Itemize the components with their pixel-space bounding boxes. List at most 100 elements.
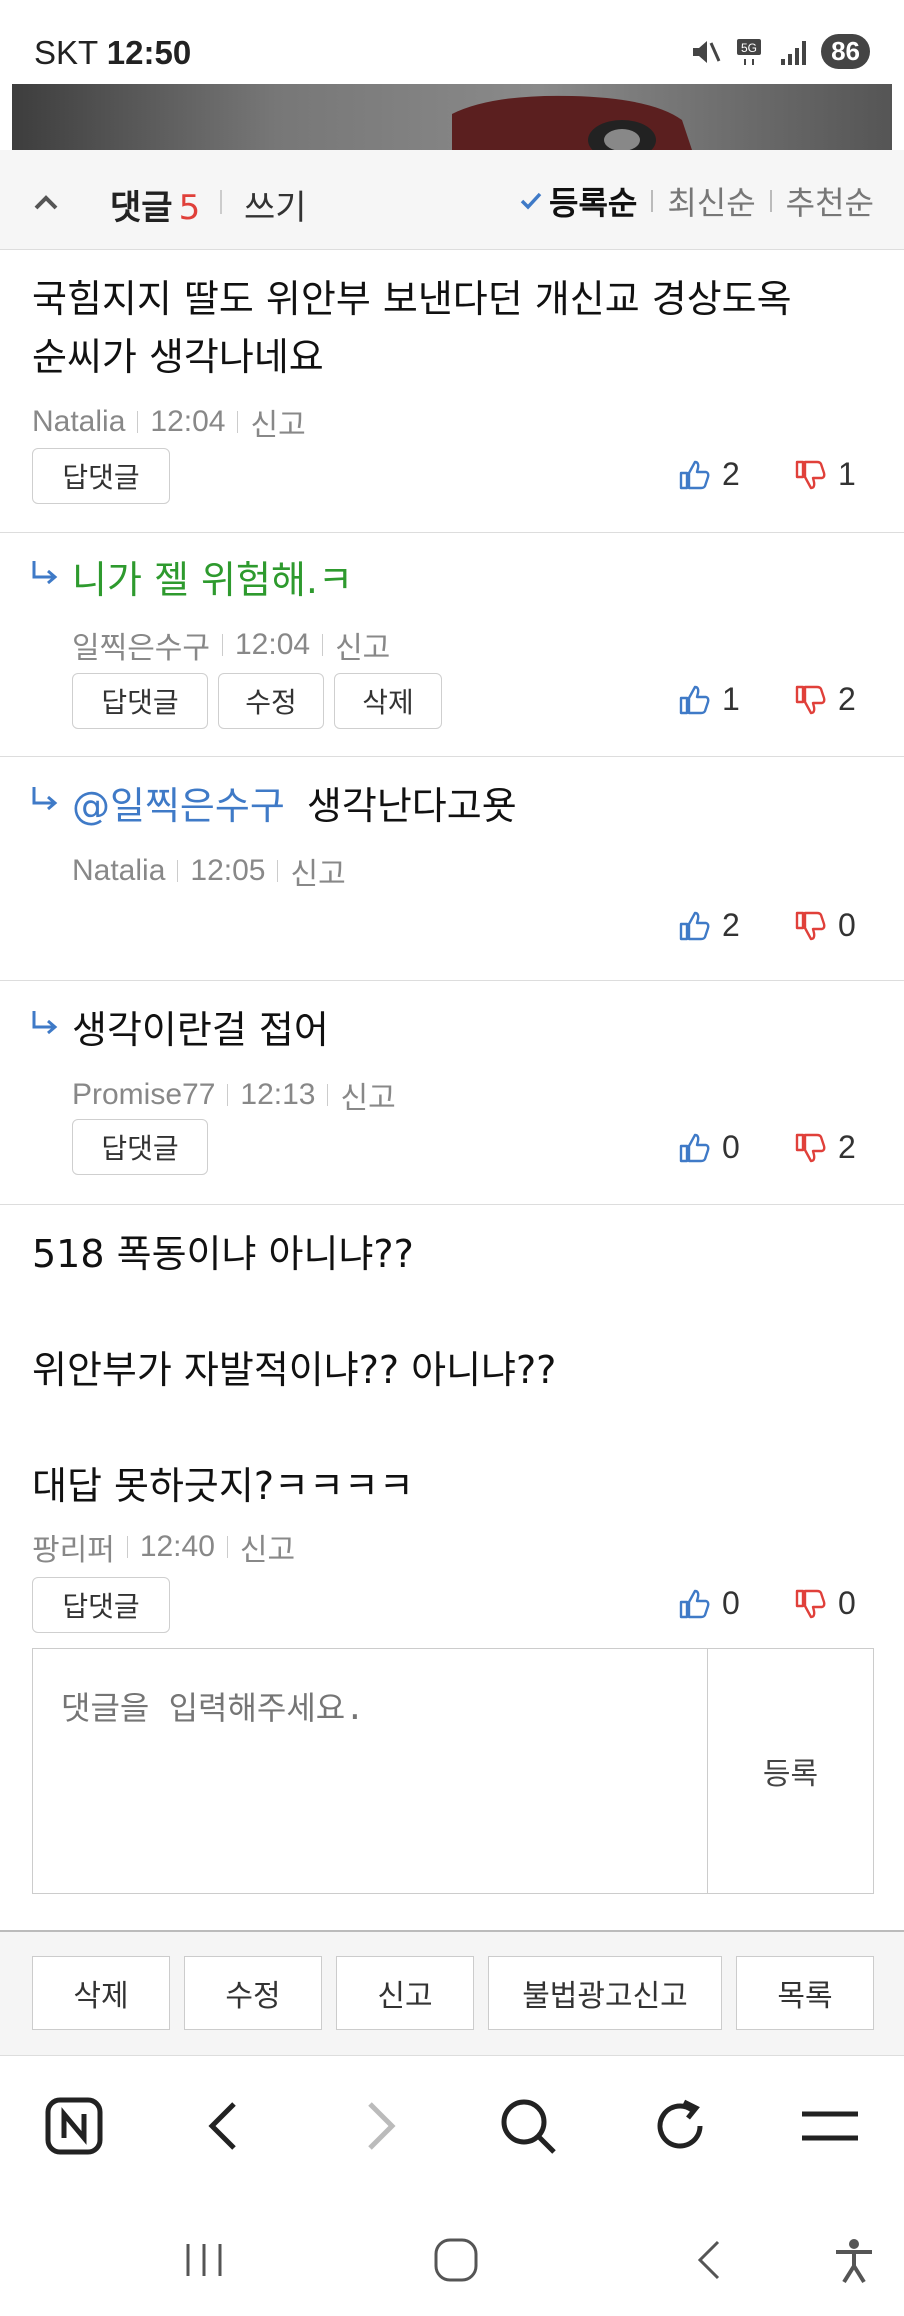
naver-home-icon[interactable] [42,2094,106,2158]
reply-arrow-icon [32,1011,58,1035]
report-link[interactable]: 신고 [250,400,305,444]
refresh-icon[interactable] [648,2094,712,2158]
like-button[interactable]: 2 [678,456,740,493]
report-link[interactable]: 신고 [240,1525,295,1569]
list-button[interactable]: 목록 [736,1956,874,2030]
sort-divider [651,190,654,212]
thumbs-down-icon [795,685,826,714]
sort-latest[interactable]: 최신순 [667,178,755,224]
sort-registered[interactable]: 등록순 [549,178,637,224]
comment-text: 국힘지지 딸도 위안부 보낸다던 개신교 경상도옥 순씨가 생각나네요 [32,270,792,386]
like-button[interactable]: 1 [678,681,740,718]
dislike-count: 2 [838,681,856,717]
like-button[interactable]: 0 [678,1129,740,1166]
like-count: 2 [722,456,740,492]
menu-icon[interactable] [798,2094,862,2158]
reply-text: 니가 젤 위험해.ㅋ [72,558,353,602]
comment-time: 12:05 [190,854,266,887]
search-icon[interactable] [496,2094,560,2158]
thumbs-down-icon [795,1589,826,1618]
comment-time: 12:04 [150,405,226,438]
reply-arrow-icon [32,787,58,811]
forward-icon[interactable] [346,2094,410,2158]
meta-divider [237,411,239,433]
dislike-count: 2 [838,1129,856,1165]
network-5g-icon: 5G [737,38,762,65]
comment-input[interactable] [33,1649,707,1893]
like-count: 2 [722,907,740,943]
like-count: 0 [722,1585,740,1621]
signal-icon [781,40,807,65]
reply-item: 니가 젤 위험해.ㅋ 일찍은수구 12:04 신고 답댓글 수정 삭제 1 2 [0,533,904,757]
recent-apps-icon[interactable] [180,2236,228,2284]
sort-options: 등록순 최신순 추천순 [519,178,874,224]
system-back-icon[interactable] [686,2236,734,2284]
status-bar: SKT 12:50 5G 86 [0,0,904,84]
comment-item: 518 폭동이냐 아니냐?? 위안부가 자발적이냐?? 아니냐?? 대답 못하긋… [0,1205,904,1642]
write-comment-link[interactable]: 쓰기 [244,180,307,229]
dislike-button[interactable]: 2 [794,681,856,718]
battery-indicator: 86 [821,34,870,69]
comment-time: 12:40 [139,1530,215,1563]
delete-post-button[interactable]: 삭제 [32,1956,170,2030]
reply-button[interactable]: 답댓글 [72,1119,208,1175]
sort-divider [769,190,772,212]
comment-time: 12:04 [235,628,311,661]
mention-link[interactable]: @일찍은수구 [72,784,285,828]
edit-button[interactable]: 수정 [218,673,324,729]
report-post-button[interactable]: 신고 [336,1956,474,2030]
accessibility-icon[interactable] [830,2236,878,2284]
dislike-button[interactable]: 0 [794,1585,856,1622]
comment-meta: Natalia 12:04 신고 [32,400,306,444]
dislike-button[interactable]: 0 [794,907,856,944]
comment-author[interactable]: 팡리퍼 [32,1525,115,1569]
edit-post-button[interactable]: 수정 [184,1956,322,2030]
meta-divider [137,411,139,433]
comments-label: 댓글 [110,188,173,228]
comment-input-box: 등록 [32,1648,874,1894]
home-icon[interactable] [432,2236,480,2284]
carrier-label: SKT [34,34,98,71]
sort-recommended[interactable]: 추천순 [786,178,874,224]
dislike-button[interactable]: 1 [794,456,856,493]
comment-author[interactable]: Natalia [32,405,125,439]
comment-text-line: 대답 못하긋지?ㅋㅋㅋㅋ [32,1464,414,1508]
reply-button[interactable]: 답댓글 [72,673,208,729]
chevron-up-icon[interactable] [32,188,60,216]
meta-divider [227,1084,229,1106]
delete-button[interactable]: 삭제 [334,673,442,729]
comment-meta: Natalia 12:05 신고 [72,849,346,893]
comment-author[interactable]: Promise77 [72,1078,215,1112]
comment-text-line: 518 폭동이냐 아니냐?? [32,1232,414,1276]
browser-toolbar [0,2056,904,2196]
thumbs-up-icon [679,685,710,714]
header-divider [220,190,222,214]
submit-comment-button[interactable]: 등록 [707,1649,873,1893]
check-icon [520,192,542,210]
back-icon[interactable] [194,2094,258,2158]
meta-divider [126,1536,128,1558]
like-button[interactable]: 2 [678,907,740,944]
reply-button[interactable]: 답댓글 [32,1577,170,1633]
reply-button[interactable]: 답댓글 [32,448,170,504]
car-image [452,95,692,150]
comment-meta: Promise77 12:13 신고 [72,1073,396,1117]
comments-title: 댓글 5 [110,180,200,229]
comment-author[interactable]: 일찍은수구 [72,623,210,667]
comment-author[interactable]: Natalia [72,854,165,888]
thumbs-down-icon [795,911,826,940]
report-link[interactable]: 신고 [340,1073,395,1117]
report-link[interactable]: 신고 [290,849,345,893]
like-button[interactable]: 0 [678,1585,740,1622]
illegal-ad-report-button[interactable]: 불법광고신고 [488,1956,722,2030]
post-action-bar: 삭제 수정 신고 불법광고신고 목록 [0,1930,904,2056]
reply-text: @일찍은수구 생각난다고욧 [72,777,517,835]
thumbs-down-icon [795,1133,826,1162]
dislike-button[interactable]: 2 [794,1129,856,1166]
meta-divider [222,634,223,656]
clock: 12:50 [106,34,192,71]
report-link[interactable]: 신고 [335,623,390,667]
meta-divider [277,860,279,882]
